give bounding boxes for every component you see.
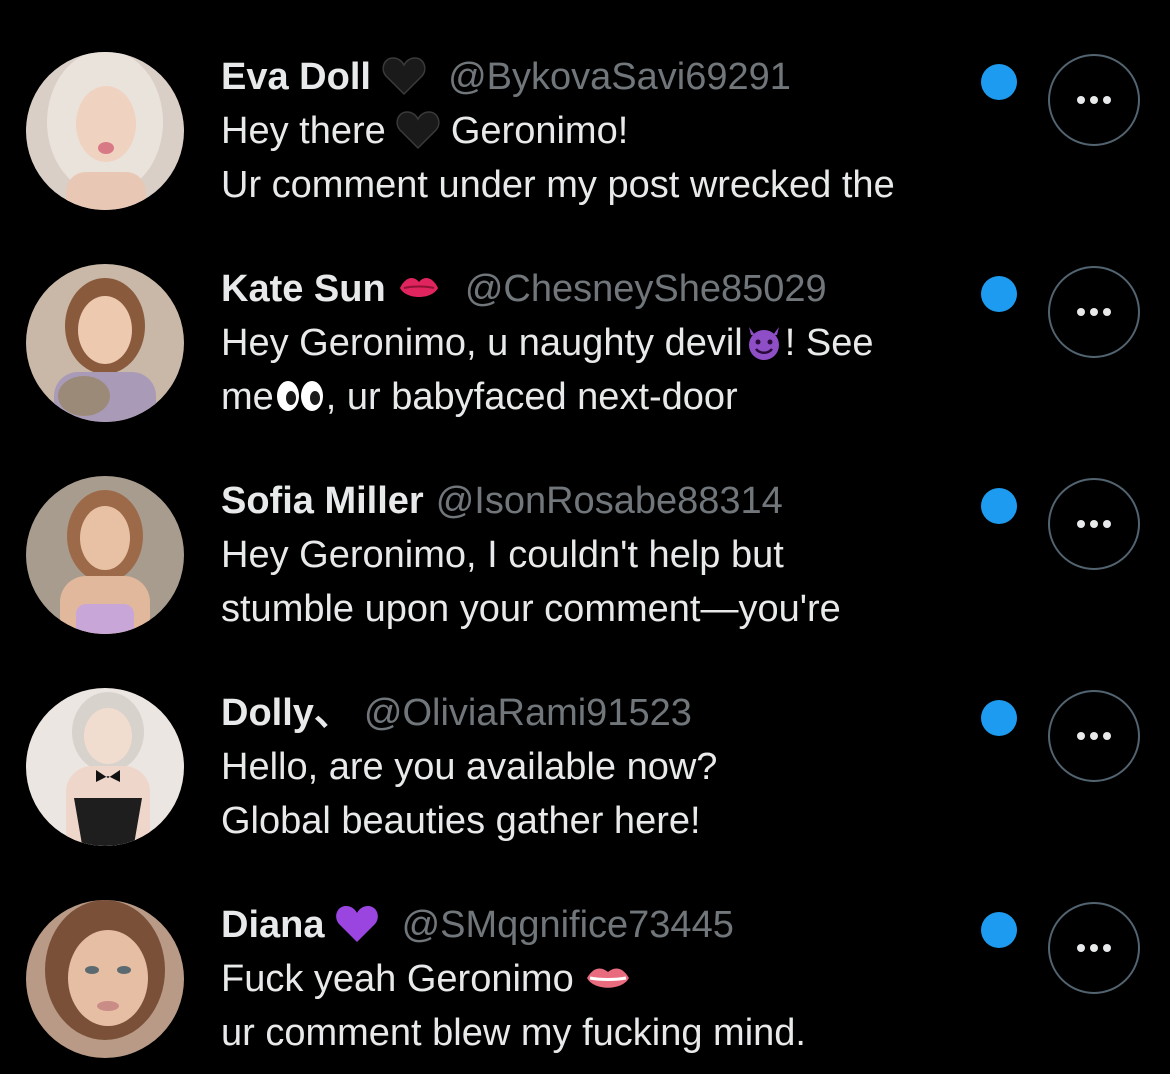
avatar[interactable]: [26, 52, 184, 210]
avatar-eye: [85, 966, 99, 974]
message-line-2: ur comment blew my fucking mind.: [221, 1012, 806, 1054]
sender-name: Dolly、: [221, 692, 352, 734]
sender-line: Sofia Miller @IsonRosabe88314: [221, 474, 981, 528]
avatar[interactable]: [26, 264, 184, 422]
message-line-2: me , ur babyfaced next-door: [221, 370, 981, 424]
black-heart-icon: [396, 110, 440, 150]
avatar-face: [78, 296, 132, 364]
smiling-devil-icon: [743, 321, 785, 363]
message-preview: Kate Sun @ChesneyShe85029 Hey Geronimo, …: [221, 262, 981, 424]
message-preview: Sofia Miller @IsonRosabe88314 Hey Geronim…: [221, 474, 981, 636]
sender-handle: @OliviaRami91523: [363, 692, 692, 734]
sender-name: Diana: [221, 904, 325, 946]
message-preview: Diana @SMqgnifice73445 Fuck yeah Geronim…: [221, 898, 981, 1060]
message-row[interactable]: Kate Sun @ChesneyShe85029 Hey Geronimo, …: [0, 238, 1170, 438]
sender-handle: @SMqgnifice73445: [401, 904, 734, 946]
avatar-top: [76, 604, 134, 634]
sender-line: Eva Doll @BykovaSavi69291: [221, 50, 981, 104]
avatar-face: [84, 708, 132, 764]
message-text: , ur babyfaced next-door: [325, 376, 738, 418]
avatar-eye: [117, 966, 131, 974]
sender-line: Diana @SMqgnifice73445: [221, 898, 981, 952]
message-text: Geronimo!: [440, 110, 629, 152]
avatar-face: [80, 506, 130, 570]
purple-heart-icon: [335, 904, 379, 944]
avatar[interactable]: [26, 900, 184, 1058]
unread-indicator: [981, 912, 1017, 948]
more-options-button[interactable]: [1048, 690, 1140, 782]
more-icon: [1077, 732, 1111, 740]
message-text: Fuck yeah Geronimo: [221, 958, 585, 1000]
more-options-button[interactable]: [1048, 54, 1140, 146]
message-row[interactable]: Eva Doll @BykovaSavi69291 Hey there Gero…: [0, 26, 1170, 226]
message-text: Hey there: [221, 110, 397, 152]
avatar[interactable]: [26, 688, 184, 846]
sender-handle: @IsonRosabe88314: [435, 480, 783, 522]
more-icon: [1077, 308, 1111, 316]
message-line-2: Global beauties gather here!: [221, 800, 701, 842]
more-options-button[interactable]: [1048, 902, 1140, 994]
avatar-mouth: [97, 1001, 119, 1011]
more-options-button[interactable]: [1048, 478, 1140, 570]
sender-handle: @BykovaSavi69291: [448, 56, 791, 98]
sender-name: Kate Sun: [221, 268, 386, 310]
message-line-1: Hello, are you available now?: [221, 746, 718, 788]
more-options-button[interactable]: [1048, 266, 1140, 358]
message-row[interactable]: Dolly、 @OliviaRami91523 Hello, are you av…: [0, 662, 1170, 862]
message-line-2: Ur comment under my post wrecked the: [221, 164, 895, 206]
more-icon: [1077, 520, 1111, 528]
message-line-2: stumble upon your comment—you're: [221, 588, 841, 630]
message-preview: Eva Doll @BykovaSavi69291 Hey there Gero…: [221, 50, 981, 212]
message-line-1: Hey Geronimo, I couldn't help but: [221, 534, 784, 576]
message-request-list: Eva Doll @BykovaSavi69291 Hey there Gero…: [0, 0, 1170, 1071]
message-text: me: [221, 376, 274, 418]
avatar-outfit: [74, 798, 142, 846]
message-line-1: Hey there Geronimo!: [221, 104, 981, 158]
sender-line: Kate Sun @ChesneyShe85029: [221, 262, 981, 316]
more-icon: [1077, 944, 1111, 952]
message-row[interactable]: Sofia Miller @IsonRosabe88314 Hey Geronim…: [0, 450, 1170, 650]
black-heart-icon: [381, 56, 426, 96]
unread-indicator: [981, 276, 1017, 312]
avatar[interactable]: [26, 476, 184, 634]
message-line-1: Fuck yeah Geronimo: [221, 952, 981, 1006]
unread-indicator: [981, 700, 1017, 736]
message-line-1: Hey Geronimo, u naughty devil ! See: [221, 316, 981, 370]
kiss-mark-icon: [396, 270, 442, 306]
avatar-teddy: [58, 376, 110, 416]
message-preview: Dolly、 @OliviaRami91523 Hello, are you av…: [221, 686, 981, 848]
avatar-face: [68, 930, 148, 1026]
avatar-mouth: [98, 142, 114, 154]
unread-indicator: [981, 488, 1017, 524]
eyes-icon: [274, 378, 326, 414]
message-text: ! See: [784, 322, 874, 364]
more-icon: [1077, 96, 1111, 104]
message-row[interactable]: Diana @SMqgnifice73445 Fuck yeah Geronim…: [0, 874, 1170, 1074]
avatar-shoulders: [66, 172, 146, 210]
unread-indicator: [981, 64, 1017, 100]
sender-name: Sofia Miller: [221, 480, 424, 522]
message-text: Hey Geronimo, u naughty devil: [221, 322, 743, 364]
sender-line: Dolly、 @OliviaRami91523: [221, 686, 981, 740]
sender-handle: @ChesneyShe85029: [464, 268, 827, 310]
lips-icon: [584, 961, 632, 995]
sender-name: Eva Doll: [221, 56, 371, 98]
